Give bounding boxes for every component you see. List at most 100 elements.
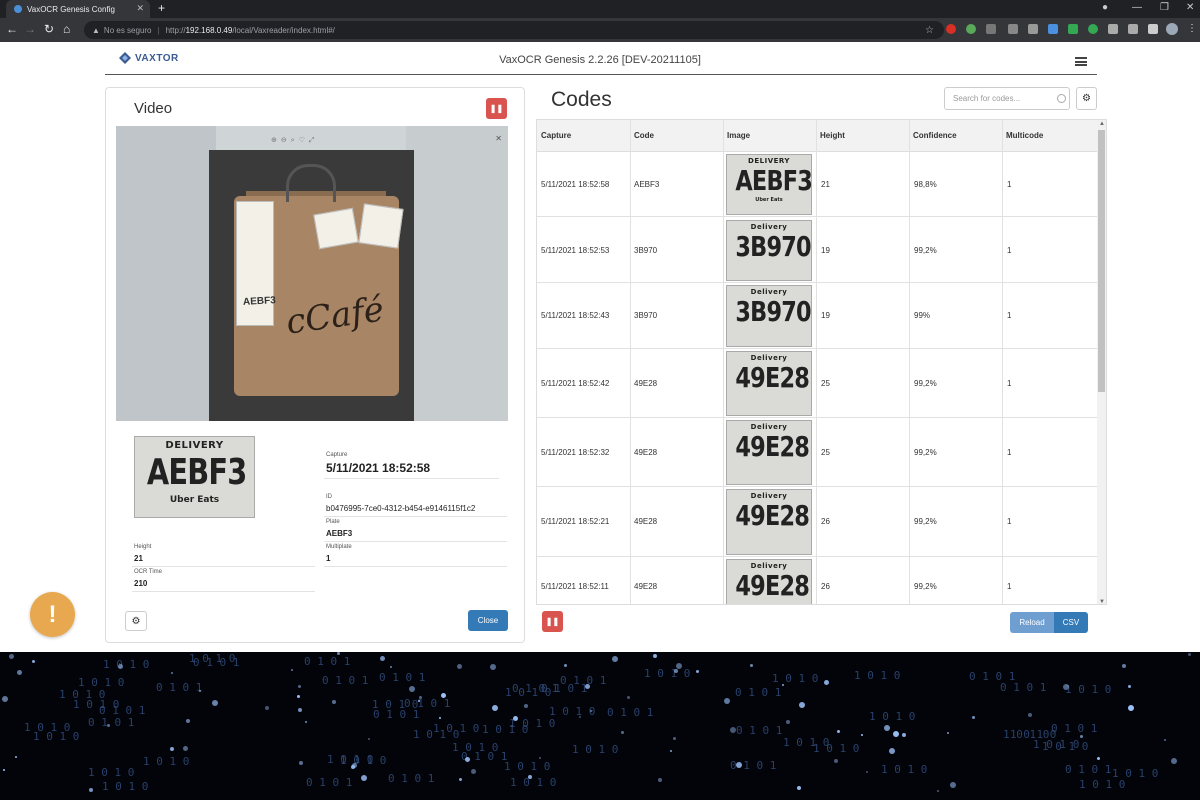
extensions-puzzle-icon[interactable]	[1148, 24, 1158, 34]
new-tab-icon[interactable]: +	[158, 1, 165, 15]
column-header-code[interactable]: Code	[634, 131, 654, 140]
maximize-icon[interactable]: ❐	[1160, 2, 1169, 13]
plate-thumbnail[interactable]: Delivery 49E28	[726, 420, 812, 485]
video-pause-button[interactable]: ❚❚	[486, 98, 507, 119]
thumbnail-code-text: 49E28	[735, 569, 810, 602]
extension-icon-9[interactable]	[1108, 24, 1118, 34]
light-dot	[298, 685, 301, 688]
table-row[interactable]: 5/11/2021 18:52:11 49E28 26 99,2% 1 Delivery 4…	[537, 557, 1097, 604]
video-toolbar[interactable]: ⊕⊖⌕♡⤢	[271, 136, 319, 145]
extension-icon-3[interactable]	[986, 24, 996, 34]
light-dot	[579, 716, 581, 718]
csv-button[interactable]: CSV	[1054, 612, 1088, 633]
light-dot	[490, 664, 496, 670]
cell-confidence: 99,2%	[914, 582, 937, 591]
reload-icon[interactable]: ↻	[44, 22, 54, 36]
forward-icon[interactable]: →	[24, 22, 36, 36]
extension-icon-7[interactable]	[1068, 24, 1078, 34]
pause-icon: ❚❚	[545, 617, 560, 626]
plate-thumbnail[interactable]: Delivery 49E28	[726, 351, 812, 416]
ocr-time-value: 210	[134, 579, 148, 588]
plate-crop-code: AEBF3	[146, 452, 247, 493]
search-clear-icon[interactable]	[1057, 94, 1066, 103]
binary-digits: 0 1 0 1	[607, 706, 654, 719]
table-row[interactable]: 5/11/2021 18:52:43 3B970 19 99% 1 Delivery 3B9…	[537, 283, 1097, 349]
light-dot	[298, 708, 302, 712]
table-row[interactable]: 5/11/2021 18:52:53 3B970 19 99,2% 1 Delivery 3…	[537, 218, 1097, 283]
light-dot	[1028, 713, 1032, 717]
column-header-capture[interactable]: Capture	[541, 131, 571, 140]
plate-thumbnail[interactable]: Delivery 3B970	[726, 285, 812, 347]
adblock-extension-icon[interactable]	[946, 24, 956, 34]
info-divider	[324, 478, 499, 479]
light-dot	[1063, 684, 1069, 690]
minimize-icon[interactable]: —	[1132, 2, 1142, 13]
cell-capture: 5/11/2021 18:52:11	[541, 582, 609, 591]
reload-button[interactable]: Reload	[1010, 612, 1054, 633]
scrollbar-thumb[interactable]	[1098, 130, 1105, 392]
video-feed[interactable]: AEBF3 cCafé ⊕⊖⌕♡⤢ ✕	[116, 126, 508, 421]
light-dot	[676, 663, 682, 669]
tab-close-icon[interactable]: ✕	[136, 3, 144, 14]
plate-thumbnail[interactable]: Delivery 3B970	[726, 220, 812, 281]
table-header: Capture Code Image Height Confidence Mul…	[537, 120, 1097, 152]
home-icon[interactable]: ⌂	[63, 22, 70, 36]
search-input[interactable]: Search for codes...	[944, 87, 1070, 110]
table-scrollbar[interactable]: ▲ ▼	[1097, 120, 1106, 604]
codes-title: Codes	[551, 88, 612, 111]
light-dot	[457, 664, 462, 669]
id-label: ID	[326, 494, 332, 500]
codes-pause-button[interactable]: ❚❚	[542, 611, 563, 632]
thumbnail-code-text: 3B970	[735, 295, 811, 328]
light-dot	[972, 716, 975, 719]
video-settings-button[interactable]: ⚙	[125, 611, 147, 631]
light-dot	[418, 700, 420, 702]
codes-settings-button[interactable]: ⚙	[1076, 87, 1097, 110]
binary-digits: 1 0 1 0	[88, 766, 135, 779]
scroll-down-icon[interactable]: ▼	[1099, 599, 1105, 604]
binary-digits: 1 0 1 0	[103, 658, 150, 671]
scroll-up-icon[interactable]: ▲	[1099, 121, 1105, 127]
exclamation-icon[interactable]: !	[30, 592, 75, 637]
extension-icon-10[interactable]	[1128, 24, 1138, 34]
url-bar[interactable]: ▲ No es seguro | http://192.168.0.49/loc…	[84, 21, 944, 39]
column-header-height[interactable]: Height	[820, 131, 845, 140]
binary-digits: 1 0 1 0	[33, 730, 80, 743]
light-dot	[1128, 705, 1134, 711]
back-icon[interactable]: ←	[6, 22, 18, 36]
plate-thumbnail[interactable]: DELIVERY AEBF3 Uber Eats	[726, 154, 812, 215]
light-dot	[590, 710, 592, 712]
light-dot	[1080, 735, 1083, 738]
extension-icon-8[interactable]	[1088, 24, 1098, 34]
extension-icon-6[interactable]	[1048, 24, 1058, 34]
favicon-icon	[14, 5, 22, 13]
browser-menu-icon[interactable]: ⋮	[1187, 23, 1197, 34]
bookmark-star-icon[interactable]: ☆	[925, 25, 934, 36]
binary-digits: 0 1 0 1	[735, 686, 782, 699]
video-close-icon[interactable]: ✕	[495, 134, 502, 143]
close-button[interactable]: Close	[468, 610, 508, 631]
column-header-confidence[interactable]: Confidence	[913, 131, 957, 140]
extension-icon-4[interactable]	[1008, 24, 1018, 34]
profile-avatar-icon[interactable]	[1166, 23, 1178, 35]
hamburger-icon[interactable]	[1075, 57, 1087, 66]
binary-digits: 1 0 1 0	[854, 669, 901, 682]
info-divider	[132, 591, 315, 592]
binary-digits: 1 0 1 0	[881, 763, 928, 776]
table-row[interactable]: 5/11/2021 18:52:42 49E28 25 99,2% 1 Delivery 4…	[537, 349, 1097, 418]
extension-icon-5[interactable]	[1028, 24, 1038, 34]
profile-indicator-icon[interactable]: ●	[1102, 2, 1108, 13]
table-row[interactable]: 5/11/2021 18:52:32 49E28 25 99,2% 1 Delivery 4…	[537, 418, 1097, 487]
light-dot	[797, 786, 801, 790]
table-row[interactable]: 5/11/2021 18:52:58 AEBF3 21 98,8% 1 DELIVERY A…	[537, 152, 1097, 217]
column-header-image[interactable]: Image	[727, 131, 750, 140]
plate-thumbnail[interactable]: Delivery 49E28	[726, 489, 812, 555]
column-header-multicode[interactable]: Multicode	[1006, 131, 1043, 140]
plate-thumbnail[interactable]: Delivery 49E28	[726, 559, 812, 604]
binary-digits: 0 1 0 1	[306, 776, 353, 789]
browser-tab[interactable]: VaxOCR Genesis Config ✕	[6, 0, 150, 18]
info-divider	[324, 566, 507, 567]
table-row[interactable]: 5/11/2021 18:52:21 49E28 26 99,2% 1 Delivery 4…	[537, 487, 1097, 557]
window-close-icon[interactable]: ✕	[1186, 2, 1194, 13]
extension-icon-2[interactable]	[966, 24, 976, 34]
